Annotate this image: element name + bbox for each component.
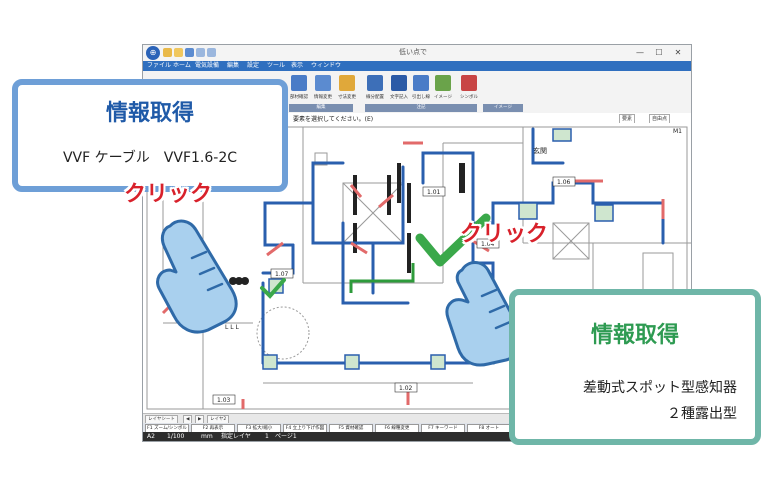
click-label-left: クリック — [124, 182, 213, 207]
callout-title: 情報取得 — [105, 101, 194, 126]
click-label-right: クリック — [460, 222, 549, 247]
left-hand-pointer-icon — [156, 219, 238, 334]
callout-title: 情報取得 — [590, 323, 679, 348]
small-check-icon — [260, 278, 286, 299]
callout-detail-line1: 差動式スポット型感知器 — [583, 380, 737, 396]
callout-detail: VVF ケーブル VVF1.6-2C — [62, 150, 238, 166]
callout-detail-line2: ２種露出型 — [667, 406, 737, 422]
info-callout-right: 情報取得 差動式スポット型感知器 ２種露出型 — [509, 289, 761, 445]
